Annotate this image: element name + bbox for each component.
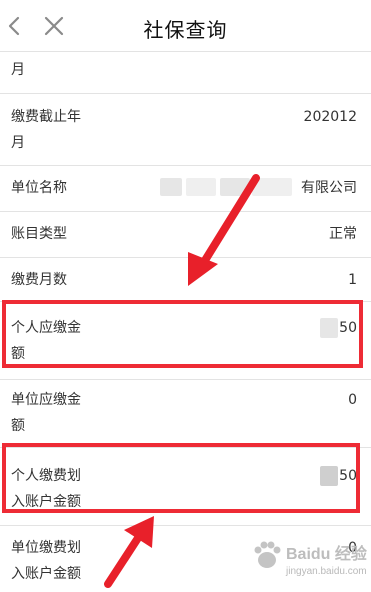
row-value: 正常 bbox=[329, 226, 357, 242]
row-value: 0 bbox=[348, 392, 357, 408]
row-label-line1: 单位缴费划 bbox=[11, 540, 81, 556]
list-item: 账目类型 正常 bbox=[0, 212, 371, 258]
row-label-line1: 缴费截止年 bbox=[11, 109, 81, 125]
row-label: 月 bbox=[11, 62, 25, 78]
row-label-line2: 额 bbox=[11, 418, 25, 434]
redacted-text bbox=[186, 178, 216, 196]
redacted-text bbox=[160, 178, 182, 196]
row-label-line1: 单位应缴金 bbox=[11, 392, 81, 408]
top-bar: 社保查询 bbox=[0, 0, 371, 52]
redacted-text bbox=[252, 178, 292, 196]
row-value: 1 bbox=[348, 272, 357, 288]
highlight-box-personal-transfer bbox=[2, 443, 360, 513]
highlight-box-personal-due bbox=[2, 300, 363, 368]
list-item: 单位名称 有限公司 bbox=[0, 166, 371, 212]
list-item: 缴费月数 1 bbox=[0, 258, 371, 302]
watermark-url: jingyan.baidu.com bbox=[286, 566, 367, 577]
watermark: Baidu 经验 jingyan.baidu.com bbox=[250, 536, 370, 588]
row-label: 单位名称 bbox=[11, 180, 67, 196]
row-label: 缴费月数 bbox=[11, 272, 67, 288]
row-value: 202012 bbox=[303, 109, 357, 125]
row-value: 有限公司 bbox=[301, 180, 357, 196]
row-label-line2: 入账户金额 bbox=[11, 566, 81, 582]
paw-icon bbox=[254, 541, 281, 568]
list-item: 缴费截止年 月 202012 bbox=[0, 94, 371, 166]
page-title: 社保查询 bbox=[143, 18, 228, 42]
watermark-text: Baidu 经验 bbox=[286, 546, 367, 563]
redacted-text bbox=[220, 178, 250, 196]
list-item: 月 bbox=[0, 52, 371, 94]
list-item: 单位应缴金 额 0 bbox=[0, 380, 371, 448]
row-label: 账目类型 bbox=[11, 226, 67, 242]
row-label-line2: 月 bbox=[11, 135, 25, 151]
